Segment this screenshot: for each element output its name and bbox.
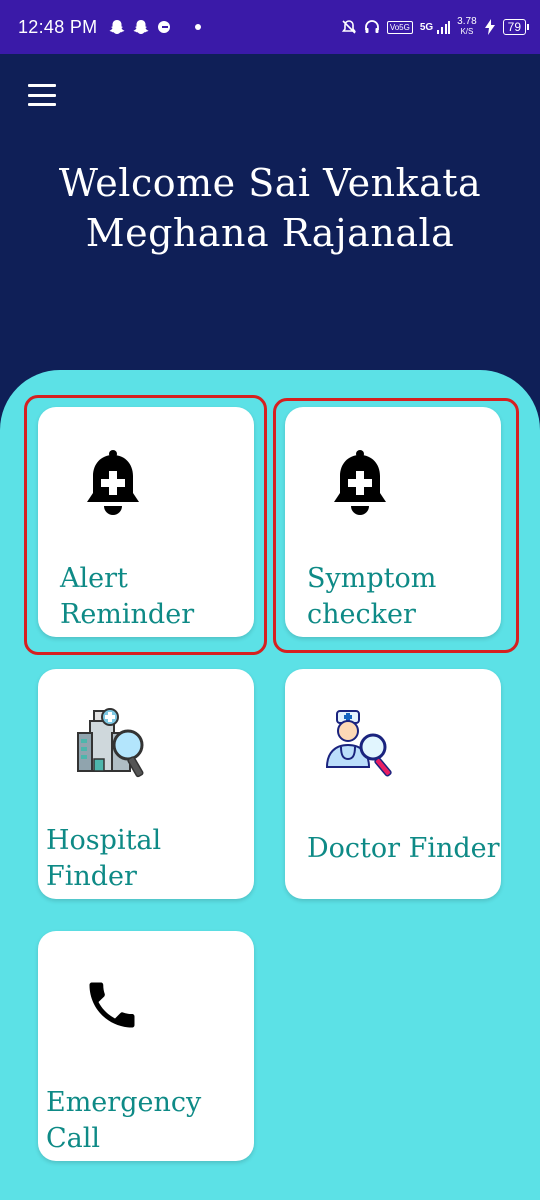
hospital-search-icon (77, 708, 144, 778)
hamburger-icon-line (28, 84, 56, 87)
battery-indicator: 79 (502, 19, 530, 35)
hamburger-icon-line (28, 103, 56, 106)
welcome-title-line2: Meghana Rajanala (85, 211, 455, 255)
network-speed-value: 3.78 (457, 16, 477, 27)
bell-plus-icon (334, 450, 386, 515)
status-system-icons: Vo5G 5G 3.78 K/S 79 (341, 17, 530, 37)
network-speed-unit: K/S (460, 27, 474, 36)
card-label: Emergency Call (46, 1087, 202, 1154)
signal-icon: 5G (419, 20, 451, 34)
volte-badge: Vo5G (386, 20, 413, 34)
dot-icon (195, 24, 202, 30)
status-bar: 12:48 PM Vo5G 5G 3.78 K/S 79 (0, 0, 540, 54)
network-speed: 3.78 K/S (457, 17, 476, 37)
status-time: 12:48 PM (18, 16, 98, 37)
headphones-icon (364, 19, 380, 35)
alert-reminder-card[interactable]: Alert Reminder (38, 407, 254, 637)
hamburger-icon-line (28, 93, 56, 97)
emergency-call-card[interactable]: Emergency Call (38, 931, 254, 1161)
hospital-finder-card[interactable]: Hospital Finder (38, 669, 254, 899)
card-label: Alert Reminder (60, 563, 195, 630)
snapchat-icon (109, 19, 125, 35)
app-notification-icon (157, 20, 171, 34)
network-type-label: 5G (419, 21, 434, 33)
welcome-title: Welcome Sai Venkata Meghana Rajanala (30, 158, 510, 258)
card-label: Doctor Finder (307, 833, 500, 864)
snapchat-icon (133, 19, 149, 35)
menu-button[interactable] (28, 84, 56, 106)
card-label: Symptom checker (307, 563, 437, 630)
status-notification-icons (109, 19, 202, 35)
card-label: Hospital Finder (46, 825, 162, 892)
welcome-title-line1: Welcome Sai Venkata (58, 161, 482, 205)
bell-plus-icon (87, 450, 139, 515)
phone-icon (89, 982, 135, 1028)
doctor-finder-card[interactable]: Doctor Finder (285, 669, 501, 899)
doctor-search-icon (325, 710, 392, 777)
charging-icon (484, 19, 496, 35)
symptom-checker-card[interactable]: Symptom checker (285, 407, 501, 637)
mute-bell-icon (341, 19, 357, 35)
